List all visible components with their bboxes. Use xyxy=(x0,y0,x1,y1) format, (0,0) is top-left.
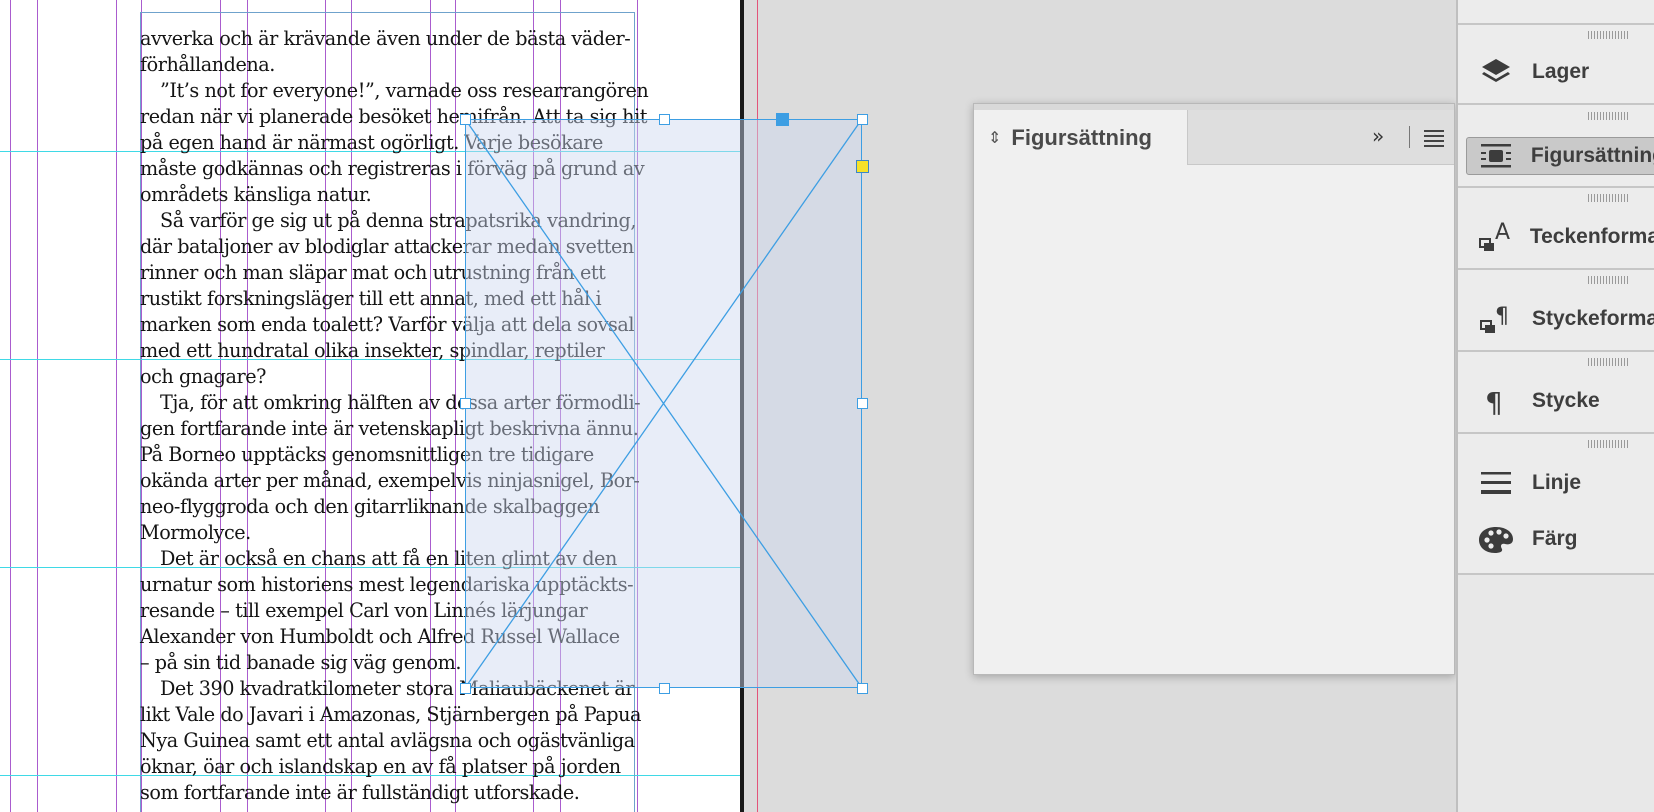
dock-item-layers[interactable]: Lager xyxy=(1466,53,1654,91)
dock-group: Figursättning xyxy=(1458,105,1654,188)
dock-item-label: Teckenformat xyxy=(1529,225,1654,248)
dock-item-label: Stycke xyxy=(1532,389,1600,412)
text-wrap-icon xyxy=(1477,139,1515,173)
dock-item-stroke[interactable]: Linje xyxy=(1466,464,1654,502)
expand-collapse-chevron-icon[interactable]: ⇕ xyxy=(988,128,1001,147)
dock-group: A Teckenformat xyxy=(1458,188,1654,270)
dock-group: ¶ Stycke xyxy=(1458,352,1654,434)
resize-handle-top[interactable] xyxy=(659,114,670,125)
dock-grip[interactable] xyxy=(1588,31,1628,39)
dock-item-paragraph[interactable]: ¶ Stycke xyxy=(1466,382,1654,420)
dock-group xyxy=(1458,0,1654,25)
text-line: som fortfarande inte är fullständigt utf… xyxy=(140,781,580,804)
header-divider xyxy=(1409,126,1410,148)
character-styles-icon: A xyxy=(1476,220,1514,254)
dock-item-label: Figursättning xyxy=(1530,144,1654,167)
dock-group: ¶ Styckeformat xyxy=(1458,270,1654,352)
text-line: Nya Guinea samt ett antal avlägsna och o… xyxy=(140,729,635,752)
resize-handle-left[interactable] xyxy=(460,398,471,409)
color-palette-icon xyxy=(1476,522,1516,556)
dock-item-label: Färg xyxy=(1532,527,1578,550)
dock-item-label: Linje xyxy=(1532,471,1582,494)
stroke-icon xyxy=(1476,466,1516,500)
dock-grip[interactable] xyxy=(1588,358,1628,366)
text-line: öknar, öar och islandskap en av få plats… xyxy=(140,755,621,778)
resize-handle-top-right[interactable] xyxy=(857,114,868,125)
panel-tab-text-wrap[interactable]: ⇕ Figursättning xyxy=(974,110,1188,165)
column-guide xyxy=(116,0,117,812)
panel-dock: Lager Figursättning A Teckenformat ¶ Sty… xyxy=(1456,0,1654,812)
column-guide xyxy=(37,0,38,812)
panel-title: Figursättning xyxy=(1011,124,1152,150)
dock-item-color[interactable]: Färg xyxy=(1466,520,1654,558)
resize-handle-bottom[interactable] xyxy=(659,683,670,694)
text-line: förhållandena. xyxy=(140,53,275,76)
svg-text:¶: ¶ xyxy=(1485,386,1503,418)
panel-header: ⇕ Figursättning » xyxy=(974,110,1454,165)
dock-item-label: Lager xyxy=(1532,60,1590,83)
dock-item-character-styles[interactable]: A Teckenformat xyxy=(1466,218,1654,256)
dock-grip[interactable] xyxy=(1588,276,1628,284)
paragraph-icon: ¶ xyxy=(1476,384,1516,418)
svg-text:¶: ¶ xyxy=(1495,304,1509,329)
text-line: ”It’s not for everyone!”, varnade oss re… xyxy=(160,79,649,102)
resize-handle-bottom-right[interactable] xyxy=(857,683,868,694)
text-wrap-panel[interactable]: ⇕ Figursättning » xyxy=(973,103,1455,675)
text-line: likt Vale do Javari i Amazonas, Stjärnbe… xyxy=(140,703,642,726)
graphic-frame[interactable] xyxy=(465,119,862,688)
dock-group: Lager xyxy=(1458,25,1654,105)
resize-handle-top-left[interactable] xyxy=(460,114,471,125)
dock-grip[interactable] xyxy=(1588,194,1628,202)
dock-grip[interactable] xyxy=(1588,440,1628,448)
dock-grip[interactable] xyxy=(1588,112,1628,120)
svg-text:A: A xyxy=(1495,220,1510,245)
collapse-panel-button[interactable]: » xyxy=(1372,124,1384,148)
dock-item-label: Styckeformat xyxy=(1532,307,1654,330)
live-corner-handle[interactable] xyxy=(856,160,869,173)
content-grabber-handle[interactable] xyxy=(776,113,789,126)
hamburger-menu-icon[interactable] xyxy=(1424,130,1444,150)
text-line: avverka och är krävande även under de bä… xyxy=(140,27,631,50)
layers-icon xyxy=(1476,55,1516,89)
paragraph-styles-icon: ¶ xyxy=(1476,302,1516,336)
dock-group: Linje Färg xyxy=(1458,434,1654,575)
resize-handle-bottom-left[interactable] xyxy=(460,683,471,694)
column-guide xyxy=(10,0,11,812)
dock-item-paragraph-styles[interactable]: ¶ Styckeformat xyxy=(1466,300,1654,338)
resize-handle-right[interactable] xyxy=(857,398,868,409)
dock-item-text-wrap[interactable]: Figursättning xyxy=(1466,137,1654,175)
